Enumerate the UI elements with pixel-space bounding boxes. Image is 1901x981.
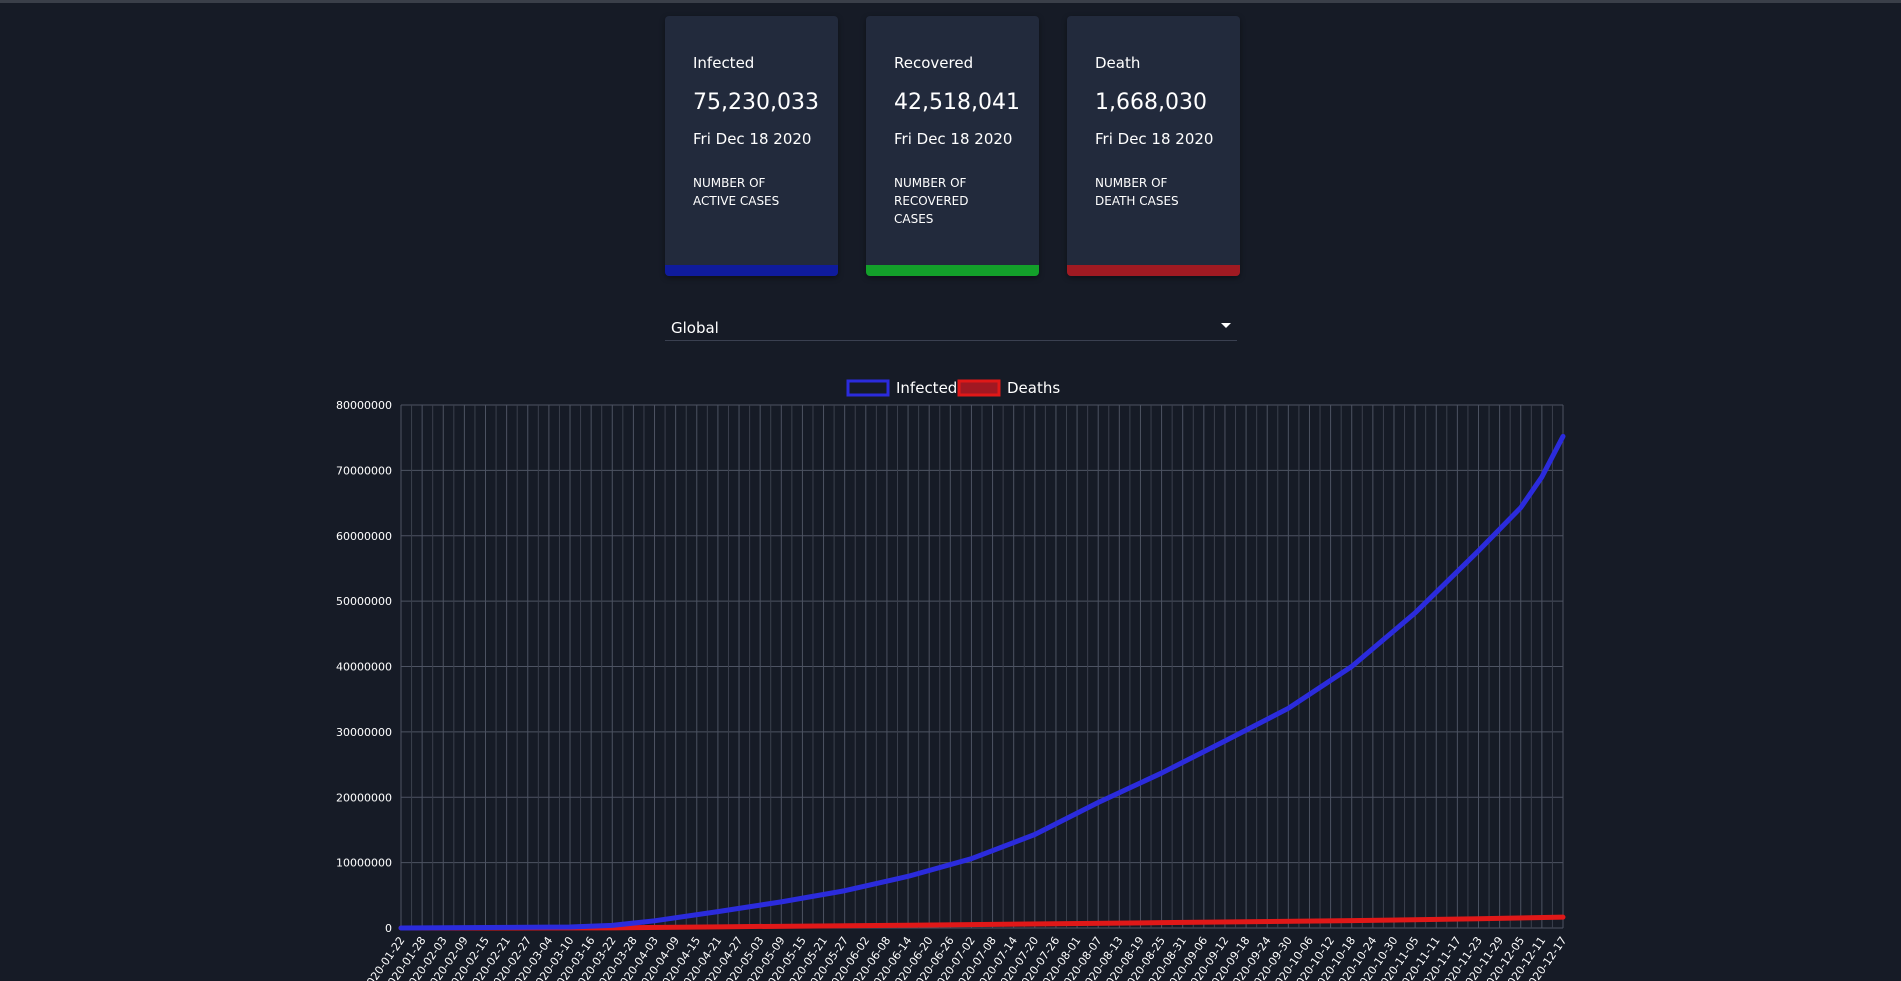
y-tick-label: 0 — [385, 922, 392, 935]
infected-card: Infected 75,230,033 Fri Dec 18 2020 NUMB… — [665, 16, 838, 276]
death-card: Death 1,668,030 Fri Dec 18 2020 NUMBER O… — [1067, 16, 1240, 276]
card-description: NUMBER OF RECOVERED CASES — [894, 176, 969, 226]
y-tick-label: 20000000 — [336, 791, 392, 804]
y-tick-label: 60000000 — [336, 530, 392, 543]
legend-label-deaths: Deaths — [1007, 379, 1060, 397]
legend-label-infected: Infected — [896, 379, 957, 397]
card-description: NUMBER OF ACTIVE CASES — [693, 176, 780, 208]
window-top-edge — [0, 0, 1901, 3]
legend-swatch-infected — [846, 379, 890, 397]
card-description: NUMBER OF DEATH CASES — [1095, 176, 1179, 208]
death-color-bar — [1067, 265, 1240, 276]
y-tick-label: 80000000 — [336, 399, 392, 412]
card-value: 75,230,033 — [693, 90, 819, 115]
y-tick-label: 30000000 — [336, 726, 392, 739]
country-select-value: Global — [671, 319, 719, 337]
cases-line-chart: 0 10000000 20000000 30000000 40000000 5000000… — [336, 379, 1569, 981]
recovered-color-bar — [866, 265, 1039, 276]
chevron-down-icon — [1221, 323, 1231, 328]
legend-swatch-deaths — [957, 379, 1001, 397]
card-title: Recovered — [894, 54, 974, 72]
recovered-card: Recovered 42,518,041 Fri Dec 18 2020 NUM… — [866, 16, 1039, 276]
card-date: Fri Dec 18 2020 — [894, 130, 1013, 148]
y-tick-label: 40000000 — [336, 661, 392, 674]
country-select[interactable]: Global — [665, 314, 1237, 341]
y-tick-label: 50000000 — [336, 595, 392, 608]
card-date: Fri Dec 18 2020 — [693, 130, 812, 148]
card-value: 1,668,030 — [1095, 90, 1207, 115]
y-tick-label: 70000000 — [336, 464, 392, 477]
card-title: Infected — [693, 54, 755, 72]
infected-color-bar — [665, 265, 838, 276]
card-date: Fri Dec 18 2020 — [1095, 130, 1214, 148]
card-value: 42,518,041 — [894, 90, 1020, 115]
y-tick-label: 10000000 — [336, 857, 392, 870]
card-title: Death — [1095, 54, 1141, 72]
stats-cards: Infected 75,230,033 Fri Dec 18 2020 NUMB… — [665, 16, 1240, 276]
